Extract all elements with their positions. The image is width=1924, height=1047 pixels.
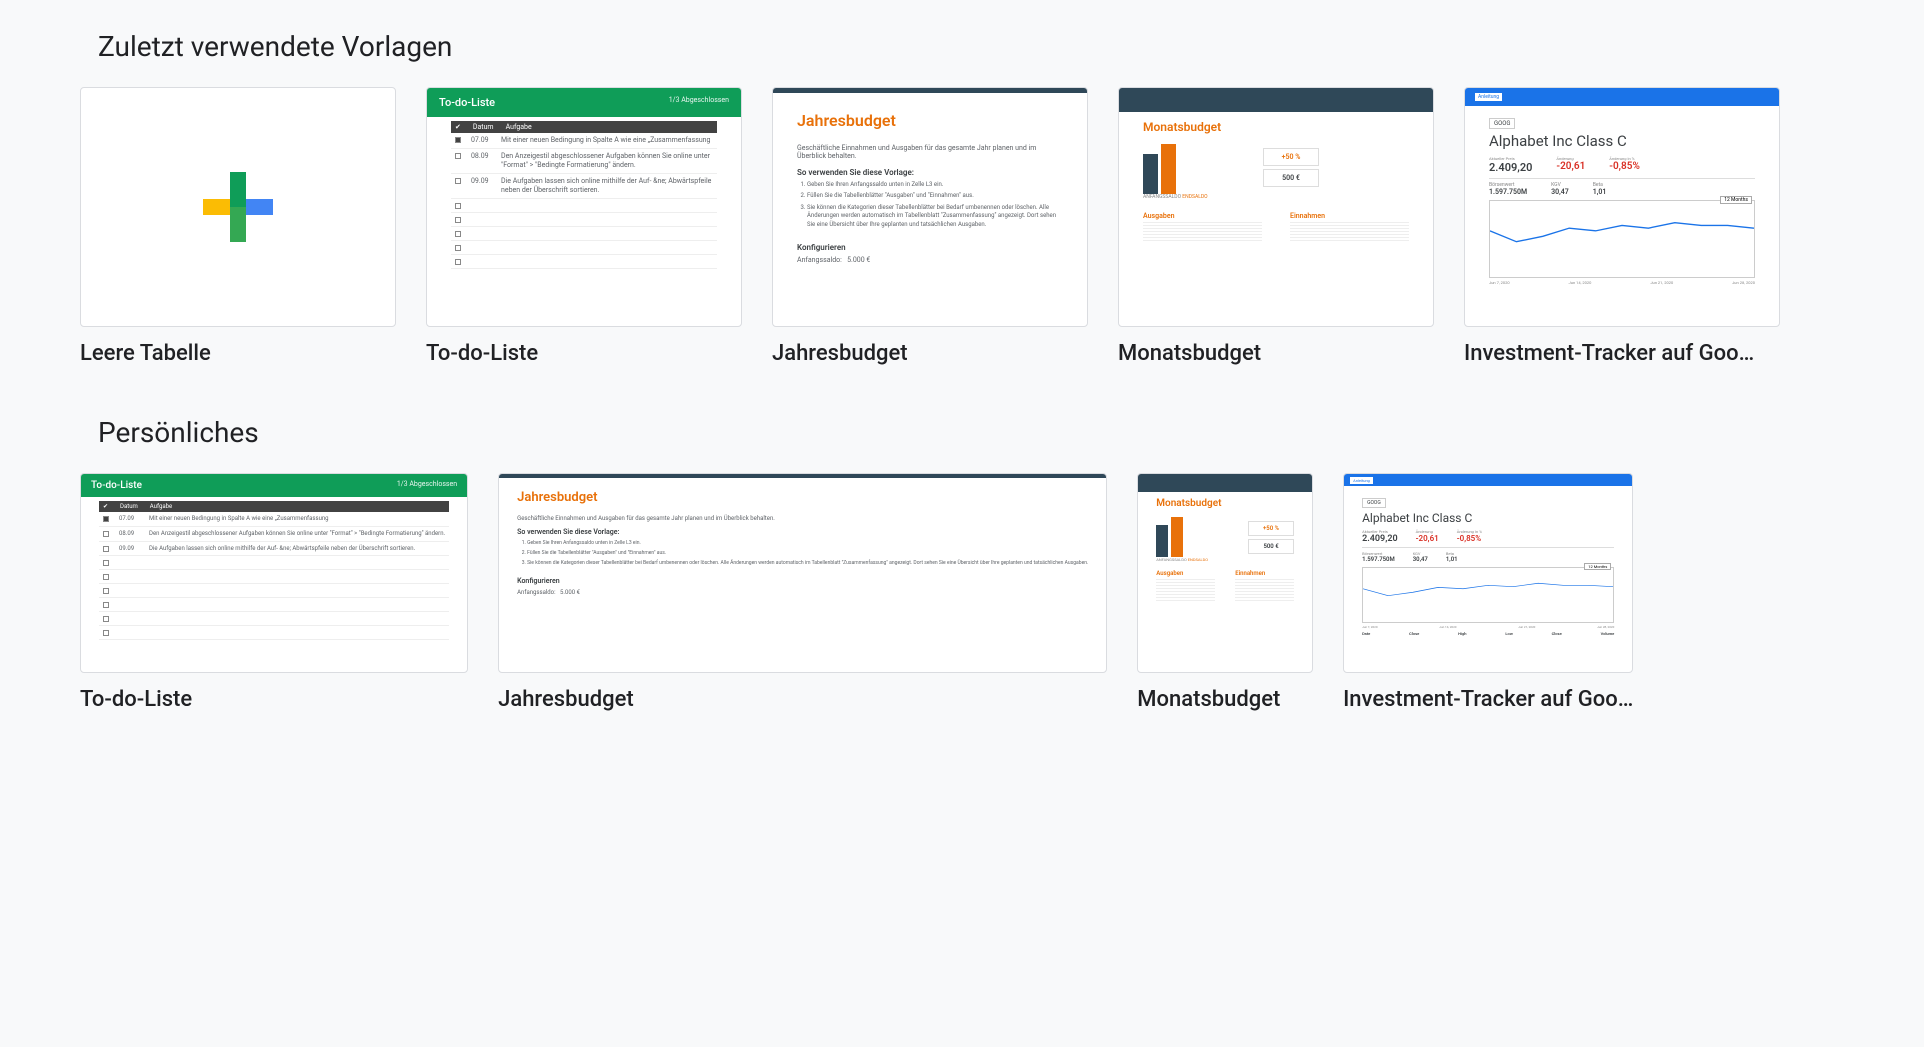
template-title: Investment-Tracker auf Goo…: [1343, 687, 1633, 712]
template-thumbnail-blank[interactable]: [80, 87, 396, 327]
template-monthly-budget[interactable]: Monatsbudget ANFANGSSALDO ENDSALDO +50 %…: [1137, 473, 1313, 712]
template-thumbnail-annual[interactable]: Jahresbudget Geschäftliche Einnahmen und…: [772, 87, 1088, 327]
template-title: Monatsbudget: [1118, 341, 1434, 366]
template-investment-tracker[interactable]: Anleitung GOOG Alphabet Inc Class C Aktu…: [1343, 473, 1633, 712]
template-thumbnail-monthly[interactable]: Monatsbudget ANFANGSSALDO ENDSALDO +50 %…: [1118, 87, 1434, 327]
template-annual-budget[interactable]: Jahresbudget Geschäftliche Einnahmen und…: [498, 473, 1107, 712]
section-title-personal: Persönliches: [80, 416, 1924, 449]
template-blank[interactable]: Leere Tabelle: [80, 87, 396, 366]
template-thumbnail-monthly[interactable]: Monatsbudget ANFANGSSALDO ENDSALDO +50 %…: [1137, 473, 1313, 673]
template-todo[interactable]: To-do-Liste 1/3 Abgeschlossen ✔ Datum Au…: [426, 87, 742, 366]
template-title: Jahresbudget: [772, 341, 1088, 366]
template-title: Leere Tabelle: [80, 341, 396, 366]
template-thumbnail-todo[interactable]: To-do-Liste 1/3 Abgeschlossen ✔ Datum Au…: [80, 473, 468, 673]
template-title: Investment-Tracker auf Goo…: [1464, 341, 1780, 366]
template-thumbnail-investment[interactable]: Anleitung GOOG Alphabet Inc Class C Aktu…: [1464, 87, 1780, 327]
template-row-recent: Leere Tabelle To-do-Liste 1/3 Abgeschlos…: [80, 87, 1924, 366]
template-todo[interactable]: To-do-Liste 1/3 Abgeschlossen ✔ Datum Au…: [80, 473, 468, 712]
section-personal-templates: Persönliches To-do-Liste 1/3 Abgeschloss…: [80, 416, 1924, 712]
template-monthly-budget[interactable]: Monatsbudget ANFANGSSALDO ENDSALDO +50 %…: [1118, 87, 1434, 366]
template-thumbnail-investment[interactable]: Anleitung GOOG Alphabet Inc Class C Aktu…: [1343, 473, 1633, 673]
template-title: Monatsbudget: [1137, 687, 1313, 712]
template-investment-tracker[interactable]: Anleitung GOOG Alphabet Inc Class C Aktu…: [1464, 87, 1780, 366]
template-title: To-do-Liste: [80, 687, 468, 712]
template-thumbnail-todo[interactable]: To-do-Liste 1/3 Abgeschlossen ✔ Datum Au…: [426, 87, 742, 327]
template-thumbnail-annual[interactable]: Jahresbudget Geschäftliche Einnahmen und…: [498, 473, 1107, 673]
section-recent-templates: Zuletzt verwendete Vorlagen Leere Tabell…: [80, 30, 1924, 366]
template-row-personal: To-do-Liste 1/3 Abgeschlossen ✔ Datum Au…: [80, 473, 1924, 712]
plus-icon: [203, 172, 273, 242]
template-title: Jahresbudget: [498, 687, 1107, 712]
section-title-recent: Zuletzt verwendete Vorlagen: [80, 30, 1924, 63]
template-annual-budget[interactable]: Jahresbudget Geschäftliche Einnahmen und…: [772, 87, 1088, 366]
template-title: To-do-Liste: [426, 341, 742, 366]
